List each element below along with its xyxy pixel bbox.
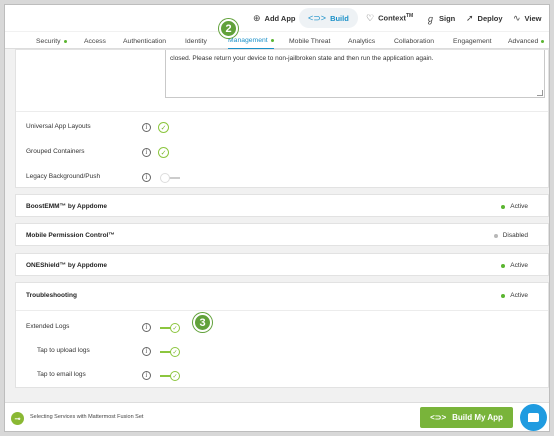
option-label: Grouped Containers [26,148,85,155]
sign-button[interactable]: ℊ Sign [426,5,455,31]
grouped-containers-checkbox[interactable]: ✓ [158,147,169,158]
troubleshooting-title[interactable]: Troubleshooting [26,292,77,299]
fusion-set-status: Selecting Services with Mattermost Fusio… [30,414,144,420]
toggle-knob: ✓ [170,323,180,333]
tab-dot [270,38,274,42]
option-label: Legacy Background/Push [26,173,101,180]
divider [16,310,548,311]
option-label: Universal App Layouts [26,123,91,130]
legacy-background-push-toggle[interactable]: ✓ [160,173,180,183]
context-label: ContextTM [378,13,414,23]
deploy-label: Deploy [477,13,503,23]
view-label: View [524,13,542,23]
info-icon[interactable]: i [142,123,151,132]
info-icon[interactable]: i [142,371,151,380]
status-dot [501,293,506,298]
app-window: ⊕ Add App <⊃> Build ♡ ContextTM ℊ Sign ➚… [4,4,550,432]
chart-line-icon: ∿ [513,12,521,23]
chat-bubble-icon [528,413,539,422]
info-icon[interactable]: i [142,148,151,157]
universal-app-layouts-checkbox[interactable]: ✓ [158,122,169,133]
jailbreak-message-textarea[interactable]: closed. Please return your device to non… [165,50,545,98]
jailbreak-message-text: closed. Please return your device to non… [170,55,434,62]
build-label: Build [330,13,349,23]
status-badge: Disabled [493,232,528,239]
resize-grip-icon[interactable] [537,90,543,96]
service-row-oneshield[interactable]: ONEShield™ by Appdome Active [15,253,549,276]
option-label: Tap to email logs [37,371,86,378]
top-toolbar: ⊕ Add App <⊃> Build ♡ ContextTM ℊ Sign ➚… [5,5,549,31]
tab-authentication[interactable]: Authentication [123,32,166,50]
email-logs-toggle[interactable]: ✓ [160,371,180,381]
divider [16,111,548,112]
context-button[interactable]: ♡ ContextTM [366,5,413,31]
signature-icon: ℊ [426,13,436,24]
tab-dot [63,39,67,43]
tab-advanced[interactable]: Advanced [508,32,545,50]
fusion-set-icon: ⊸ [11,412,24,425]
service-row-boostemm[interactable]: BoostEMM™ by Appdome Active [15,194,549,217]
tab-engagement[interactable]: Engagement [453,32,492,50]
status-badge: Active [501,262,528,269]
toggle-knob: ✓ [160,173,170,183]
tab-mobile-threat[interactable]: Mobile Threat [289,32,330,50]
tab-identity[interactable]: Identity [185,32,207,50]
service-name: BoostEMM™ by Appdome [26,203,108,210]
status-dot [501,204,506,209]
upload-logs-toggle[interactable]: ✓ [160,347,180,357]
tab-access[interactable]: Access [84,32,106,50]
tab-security[interactable]: Security [36,32,67,50]
sign-label: Sign [439,13,456,23]
toggle-knob: ✓ [170,347,180,357]
info-icon[interactable]: i [142,347,151,356]
status-dot [493,233,498,238]
option-label: Extended Logs [26,323,70,330]
extended-logs-toggle[interactable]: ✓ [160,323,180,333]
add-app-label: Add App [264,13,296,23]
status-badge: Active [501,203,528,210]
service-name: ONEShield™ by Appdome [26,262,108,269]
build-my-app-label: Build My App [452,413,503,422]
option-label: Tap to upload logs [37,347,90,354]
chat-button[interactable] [520,404,547,431]
tab-dot [541,39,545,43]
bottom-bar: ⊸ Selecting Services with Mattermost Fus… [5,402,549,431]
service-name: Mobile Permission Control™ [26,232,115,239]
build-brackets-icon: <⊃> [308,12,327,23]
service-row-mobile-permission-control[interactable]: Mobile Permission Control™ Disabled [15,223,549,246]
info-icon[interactable]: i [142,173,151,182]
build-my-app-button[interactable]: <⊃> Build My App [420,407,513,428]
view-button[interactable]: ∿ View [513,5,542,31]
status-badge: Active [501,292,528,299]
management-card: closed. Please return your device to non… [15,49,549,188]
add-app-button[interactable]: ⊕ Add App [253,5,296,31]
troubleshooting-card: Troubleshooting Active Extended Logs i ✓… [15,282,549,388]
build-brackets-icon: <⊃> [430,413,447,422]
tab-collaboration[interactable]: Collaboration [394,32,434,50]
toggle-knob: ✓ [170,371,180,381]
lightbulb-icon: ♡ [366,12,375,23]
info-icon[interactable]: i [142,323,151,332]
step-badge-2: 2 [219,19,238,38]
status-dot [501,263,506,268]
tab-analytics[interactable]: Analytics [348,32,375,50]
plus-circle-icon: ⊕ [253,12,261,23]
deploy-button[interactable]: ➚ Deploy [466,5,503,31]
step-badge-3: 3 [193,313,212,332]
service-tabs: Security Access Authentication Identity … [5,31,549,50]
rocket-icon: ➚ [466,12,474,23]
build-button[interactable]: <⊃> Build [299,8,358,28]
